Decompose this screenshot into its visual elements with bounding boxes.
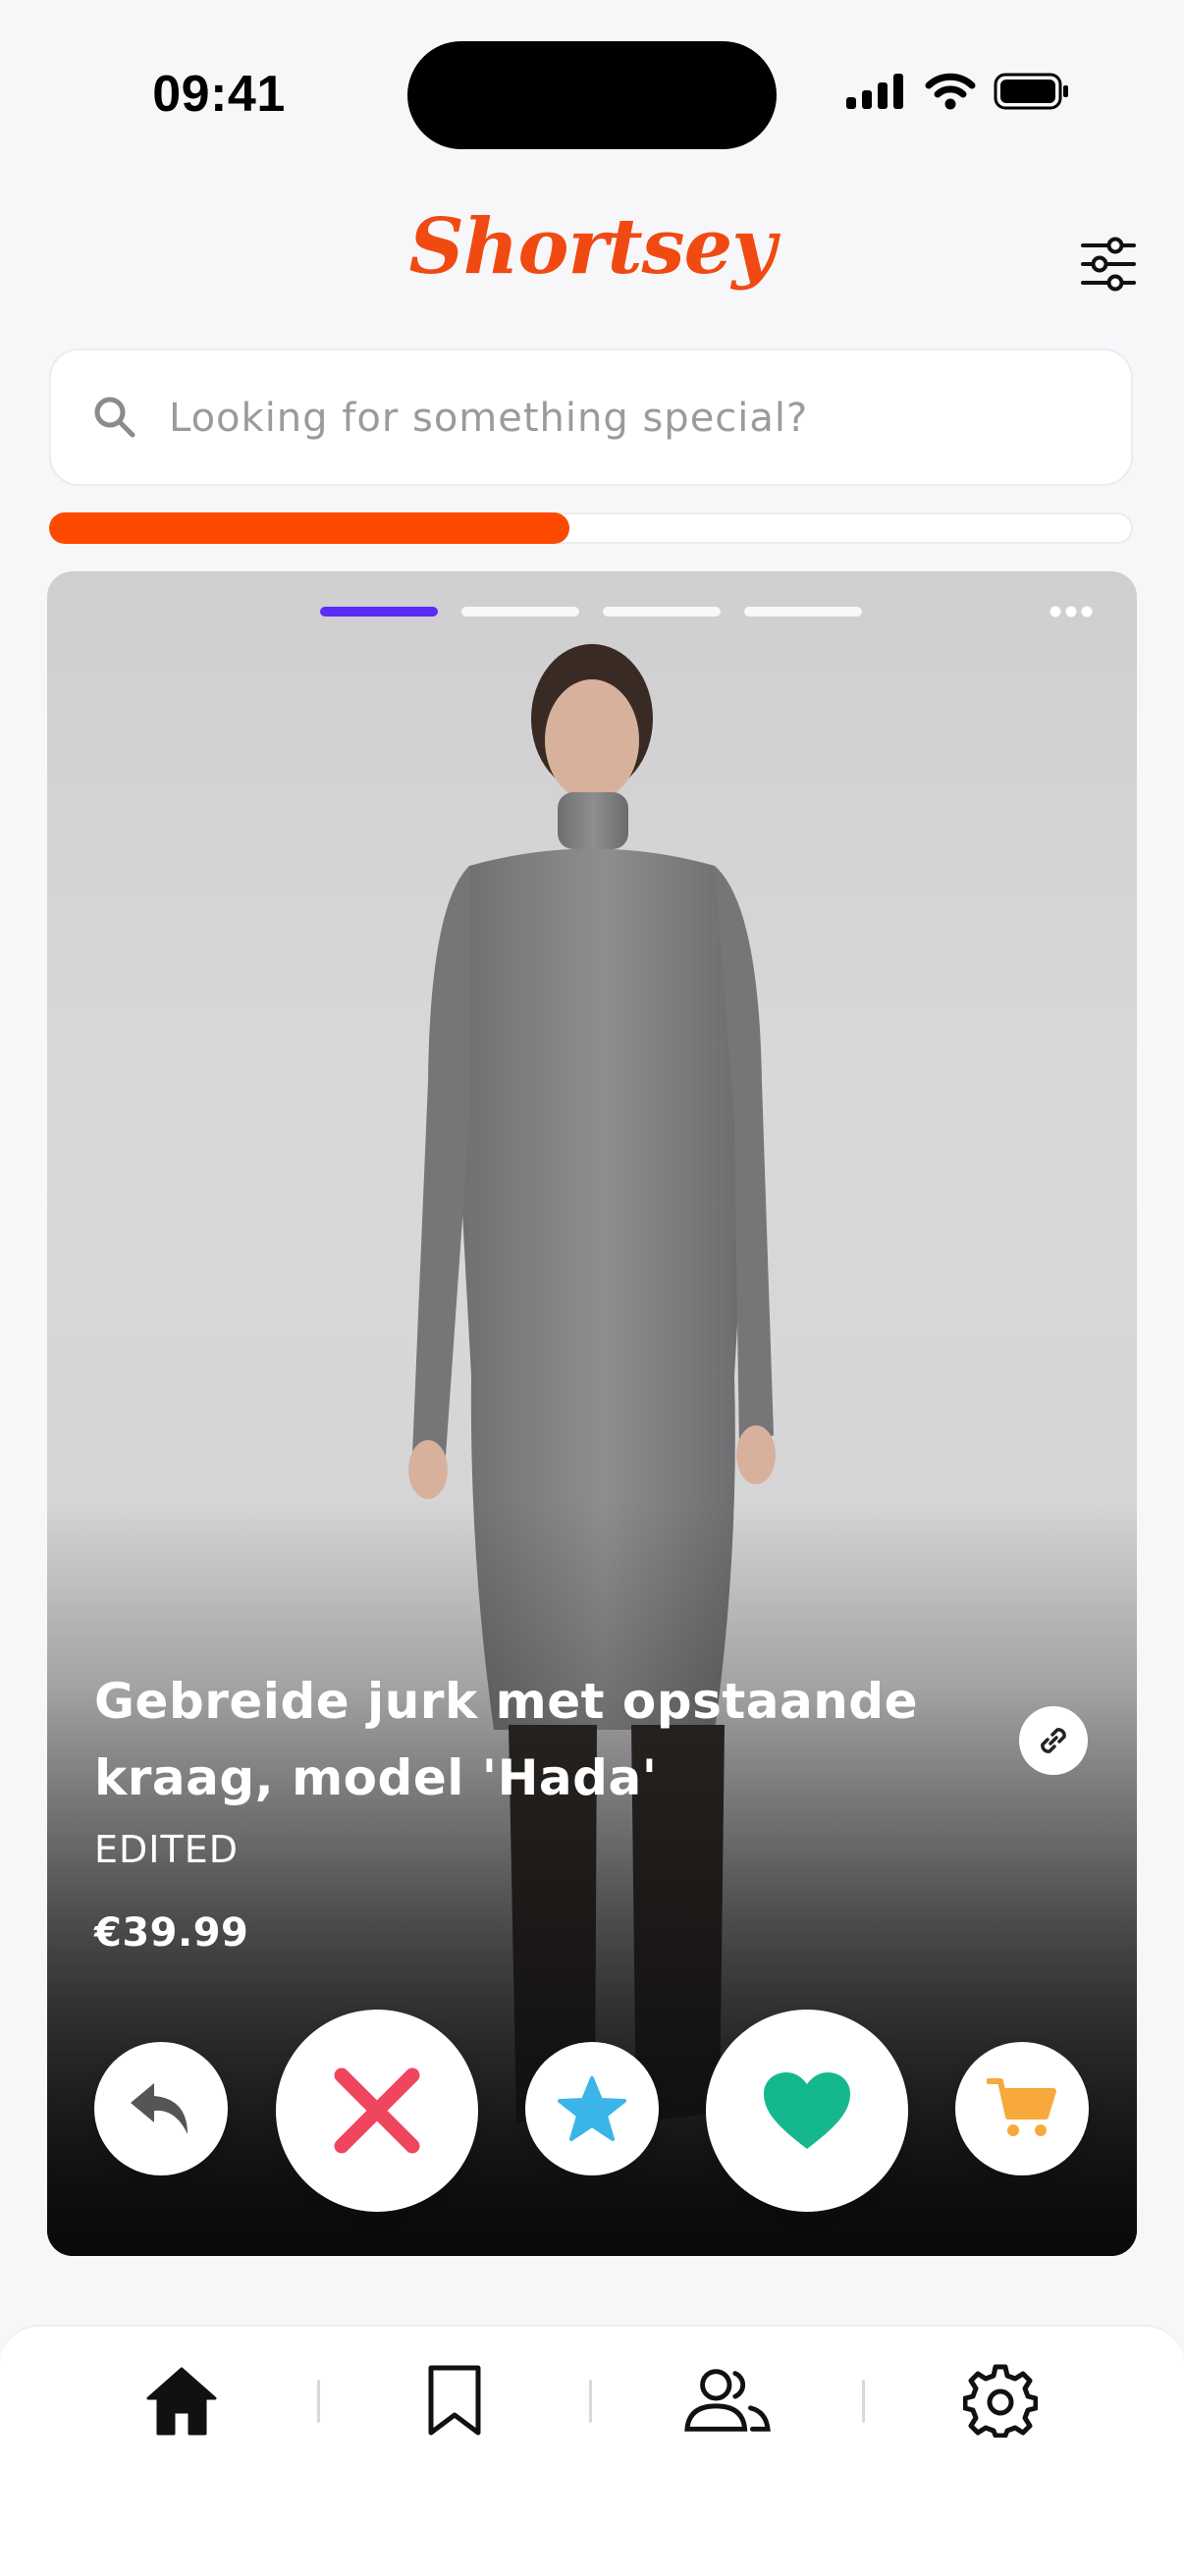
users-icon — [684, 2369, 771, 2432]
sliders-icon — [1081, 237, 1136, 292]
battery-icon — [994, 73, 1068, 110]
more-dots-icon — [1049, 606, 1093, 617]
close-x-icon — [334, 2067, 420, 2154]
dislike-button[interactable] — [276, 2010, 478, 2212]
like-button[interactable] — [706, 2010, 908, 2212]
heart-icon — [764, 2072, 850, 2149]
page-indicator-segment[interactable] — [461, 607, 579, 617]
wifi-icon — [925, 73, 976, 110]
product-link-button[interactable] — [1019, 1706, 1088, 1775]
filter-button[interactable] — [1080, 236, 1137, 293]
product-title: Gebreide jurk met opstaande kraag, model… — [94, 1673, 919, 1806]
page-indicator-segment[interactable] — [603, 607, 721, 617]
link-icon — [1041, 1728, 1066, 1753]
app-logo: Shortsey — [408, 202, 776, 292]
nav-separator — [317, 2380, 320, 2423]
search-icon — [94, 397, 135, 438]
progress-fill — [49, 512, 569, 544]
status-icons — [846, 73, 1070, 110]
home-icon — [146, 2367, 217, 2436]
undo-button[interactable] — [94, 2042, 228, 2175]
nav-settings[interactable] — [956, 2356, 1045, 2444]
add-to-cart-button[interactable] — [955, 2042, 1089, 2175]
more-options-button[interactable] — [1049, 605, 1094, 623]
product-brand: EDITED — [94, 1828, 239, 1871]
nav-social[interactable] — [683, 2356, 772, 2444]
super-like-button[interactable] — [525, 2042, 659, 2175]
nav-saved[interactable] — [410, 2356, 499, 2444]
image-page-indicator — [320, 607, 862, 617]
product-photo — [47, 571, 1137, 2256]
page-indicator-segment[interactable] — [744, 607, 862, 617]
bookmark-icon — [428, 2365, 481, 2436]
page-indicator-segment[interactable] — [320, 607, 438, 617]
product-card[interactable]: Gebreide jurk met opstaande kraag, model… — [47, 571, 1137, 2256]
status-time: 09:41 — [152, 66, 286, 123]
nav-separator — [589, 2380, 592, 2423]
gear-icon — [963, 2364, 1038, 2438]
undo-arrow-icon — [131, 2083, 188, 2134]
star-icon — [558, 2076, 626, 2141]
dynamic-island — [407, 41, 777, 149]
nav-separator — [862, 2380, 865, 2423]
cart-icon — [987, 2078, 1056, 2136]
search-input[interactable] — [167, 388, 1074, 449]
product-price: €39.99 — [94, 1910, 249, 1956]
nav-home[interactable] — [137, 2356, 226, 2444]
cellular-signal-icon — [846, 74, 903, 109]
